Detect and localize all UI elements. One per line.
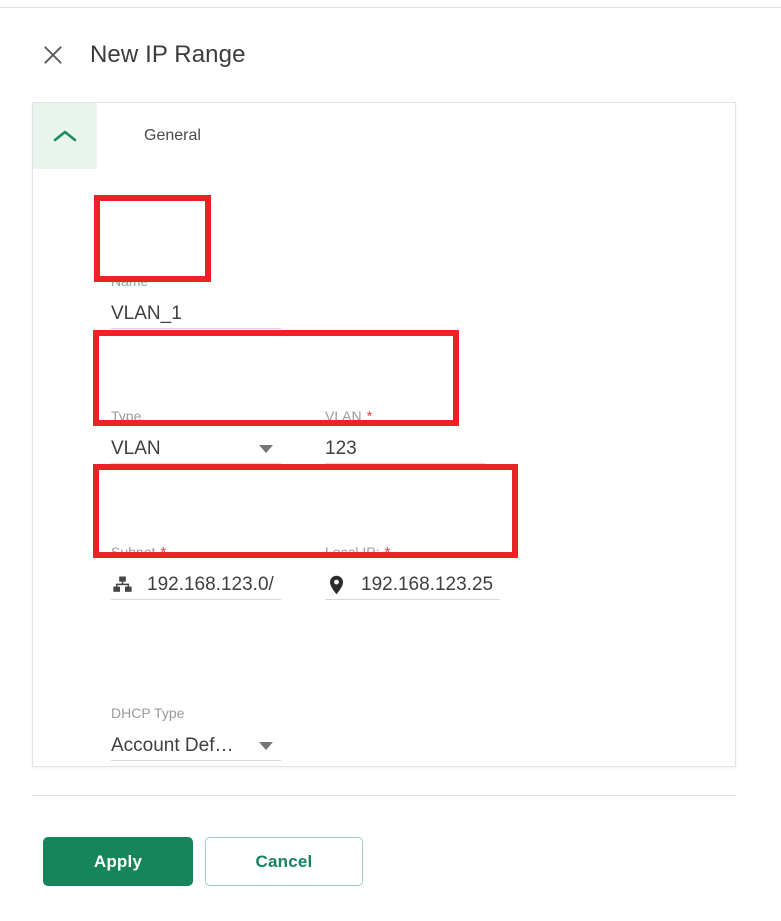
close-icon[interactable] [38, 40, 68, 70]
section-title: General [144, 127, 201, 144]
vlan-field: VLAN * [325, 407, 485, 432]
local-ip-input[interactable]: 192.168.123.25 [325, 570, 500, 600]
dhcp-type-field-label: DHCP Type [111, 704, 281, 723]
network-sitemap-icon [111, 576, 133, 593]
local-ip-input-value: 192.168.123.25 [361, 573, 494, 595]
local-ip-input-wrap: 192.168.123.25 [325, 570, 500, 600]
map-pin-icon [325, 575, 347, 595]
top-divider [0, 7, 781, 8]
subnet-field: Subnet * [111, 543, 281, 568]
type-label-text: Type [111, 408, 142, 424]
dhcp-type-select-wrap: Account Def… [111, 731, 281, 761]
subnet-field-label: Subnet * [111, 543, 281, 562]
cancel-button[interactable]: Cancel [205, 837, 363, 886]
local-ip-label-text: Local IP: [325, 544, 380, 560]
type-select-value: VLAN [111, 437, 161, 459]
dhcp-type-select[interactable]: Account Def… [111, 731, 281, 761]
local-ip-required-asterisk: * [384, 544, 391, 561]
subnet-label-text: Subnet [111, 544, 156, 560]
dialog-header: New IP Range [0, 24, 781, 86]
type-field-label: Type [111, 407, 281, 426]
name-field-label: Name * [111, 272, 281, 291]
page-title: New IP Range [90, 41, 246, 68]
section-header: General [33, 103, 735, 169]
name-input[interactable]: VLAN_1 [111, 299, 281, 329]
name-label-text: Name [111, 273, 149, 289]
local-ip-field-label: Local IP: * [325, 543, 500, 562]
vlan-required-asterisk: * [366, 408, 373, 425]
name-field: Name * [111, 272, 281, 297]
subnet-required-asterisk: * [160, 544, 167, 561]
vlan-field-label: VLAN * [325, 407, 485, 426]
subnet-input[interactable]: 192.168.123.0/ [111, 570, 281, 600]
subnet-input-value: 192.168.123.0/ [147, 573, 274, 595]
required-asterisk: * [153, 273, 160, 290]
apply-button[interactable]: Apply [43, 837, 193, 886]
dialog-actions: Apply Cancel [43, 837, 363, 886]
footer-divider [32, 795, 736, 796]
dhcp-type-select-value: Account Def… [111, 734, 234, 756]
type-select[interactable]: VLAN [111, 434, 281, 464]
chevron-up-icon[interactable] [33, 103, 97, 169]
dhcp-type-label-text: DHCP Type [111, 705, 185, 721]
vlan-label-text: VLAN [325, 408, 362, 424]
general-section-card: General Name * VLAN_1 Type VLAN VLAN * 1… [32, 102, 736, 767]
vlan-input-value: 123 [325, 437, 357, 459]
dhcp-type-field: DHCP Type [111, 704, 281, 729]
type-select-wrap: VLAN [111, 434, 281, 464]
vlan-input-wrap: 123 [325, 434, 485, 464]
subnet-input-wrap: 192.168.123.0/ [111, 570, 281, 600]
chevron-down-icon[interactable] [259, 444, 273, 453]
name-input-value: VLAN_1 [111, 302, 182, 324]
chevron-down-icon[interactable] [259, 741, 273, 750]
vlan-input[interactable]: 123 [325, 434, 485, 464]
type-field: Type [111, 407, 281, 432]
local-ip-field: Local IP: * [325, 543, 500, 568]
new-ip-range-dialog: New IP Range General Name * VLAN_1 Type … [0, 0, 781, 921]
name-input-wrap: VLAN_1 [111, 299, 281, 329]
